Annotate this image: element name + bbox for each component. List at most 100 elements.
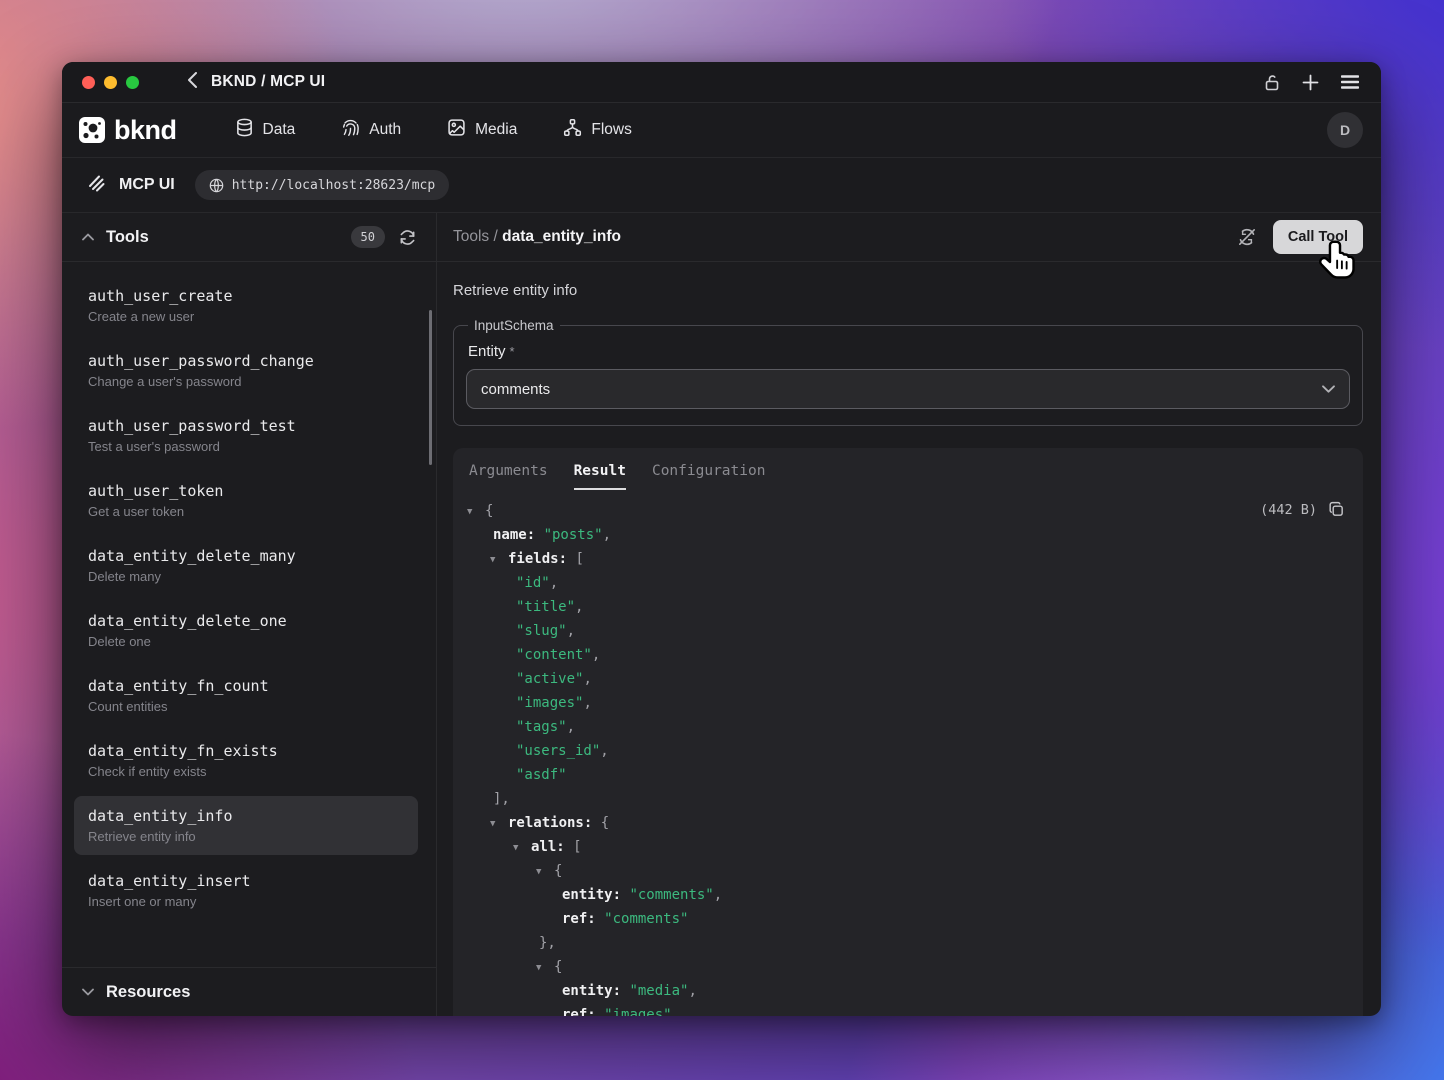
- json-line[interactable]: "images",: [453, 691, 1363, 715]
- tool-list-item-data_entity_insert[interactable]: data_entity_insertInsert one or many: [74, 861, 418, 920]
- json-line[interactable]: ref: "images": [453, 1003, 1363, 1016]
- user-avatar[interactable]: D: [1327, 112, 1363, 148]
- input-schema-legend: InputSchema: [468, 318, 560, 333]
- tab-configuration[interactable]: Configuration: [652, 463, 766, 490]
- result-card: ArgumentsResultConfiguration (442 B): [453, 448, 1363, 1016]
- globe-icon: [209, 178, 224, 193]
- tool-list-item-auth_user_password_change[interactable]: auth_user_password_changeChange a user's…: [74, 341, 418, 400]
- brand-logo[interactable]: bknd: [78, 115, 177, 146]
- collapse-triangle-icon[interactable]: ▼: [490, 812, 508, 836]
- json-line[interactable]: ▼{: [453, 859, 1363, 883]
- tool-list-item-data_entity_fn_count[interactable]: data_entity_fn_countCount entities: [74, 666, 418, 725]
- json-tree[interactable]: ▼{name: "posts",▼fields: ["id","title","…: [453, 499, 1363, 1016]
- back-button[interactable]: [181, 72, 203, 93]
- primary-nav: Data Auth Media Flows: [235, 118, 632, 142]
- json-line[interactable]: ▼relations: {: [453, 811, 1363, 835]
- tool-list-item-data_entity_fn_exists[interactable]: data_entity_fn_exists Check if entity exi…: [74, 731, 418, 790]
- tool-list-item-auth_user_password_test[interactable]: auth_user_password_testTest a user's pas…: [74, 406, 418, 465]
- tool-list-item-auth_user_token[interactable]: auth_user_tokenGet a user token: [74, 471, 418, 530]
- json-line[interactable]: "asdf": [453, 763, 1363, 787]
- json-line[interactable]: ],: [453, 787, 1363, 811]
- nav-item-auth[interactable]: Auth: [341, 118, 401, 142]
- json-line[interactable]: "tags",: [453, 715, 1363, 739]
- json-line[interactable]: "slug",: [453, 619, 1363, 643]
- minimize-window-button[interactable]: [104, 76, 117, 89]
- json-line[interactable]: entity: "comments",: [453, 883, 1363, 907]
- call-tool-button[interactable]: Call Tool: [1273, 220, 1363, 254]
- close-window-button[interactable]: [82, 76, 95, 89]
- json-line[interactable]: "content",: [453, 643, 1363, 667]
- json-line[interactable]: entity: "media",: [453, 979, 1363, 1003]
- required-mark: *: [510, 344, 515, 359]
- breadcrumb-tools-link[interactable]: Tools: [453, 228, 489, 245]
- tools-sidebar: Tools 50 auth_user_createCreate a new us…: [62, 213, 437, 1016]
- tool-name: auth_user_create: [88, 287, 404, 305]
- resources-section-title: Resources: [106, 983, 190, 1002]
- input-schema-fieldset: InputSchema Entity* comments: [453, 318, 1363, 426]
- refresh-tools-button[interactable]: [399, 229, 416, 246]
- tool-description: Delete one: [88, 634, 404, 649]
- app-window: BKND / MCP UI bknd Data: [62, 62, 1381, 1016]
- collapse-triangle-icon[interactable]: ▼: [536, 860, 554, 884]
- nav-item-label: Auth: [369, 121, 401, 139]
- copy-result-button[interactable]: [1328, 501, 1345, 518]
- new-tab-icon[interactable]: [1302, 74, 1319, 91]
- tool-list-item-data_entity_info[interactable]: data_entity_info Retrieve entity info: [74, 796, 418, 855]
- nav-item-data[interactable]: Data: [235, 118, 296, 142]
- tab-arguments[interactable]: Arguments: [469, 463, 548, 490]
- tools-section-title: Tools: [106, 228, 149, 247]
- tool-name: auth_user_password_change: [88, 352, 404, 370]
- tool-description: Check if entity exists: [88, 764, 404, 779]
- tab-result[interactable]: Result: [574, 463, 626, 490]
- refresh-off-icon: [1237, 227, 1257, 247]
- nav-item-label: Data: [263, 121, 296, 139]
- server-url-pill[interactable]: http://localhost:28623/mcp: [195, 170, 450, 200]
- nav-item-flows[interactable]: Flows: [563, 118, 631, 142]
- json-line[interactable]: "id",: [453, 571, 1363, 595]
- tool-list-item-auth_user_create[interactable]: auth_user_createCreate a new user: [74, 276, 418, 335]
- mcp-ui-title: MCP UI: [119, 176, 175, 194]
- tool-description: Retrieve entity info: [88, 829, 404, 844]
- copy-icon: [1328, 501, 1345, 518]
- menu-icon[interactable]: [1341, 75, 1359, 89]
- lock-open-icon[interactable]: [1264, 74, 1280, 91]
- json-line[interactable]: ref: "comments": [453, 907, 1363, 931]
- result-tabs: Arguments Result Configuration: [453, 448, 1363, 490]
- tool-detail-header: Tools / data_entity_info Call Tool: [437, 213, 1381, 262]
- nav-item-media[interactable]: Media: [447, 118, 517, 142]
- sidebar-scrollbar[interactable]: [429, 310, 432, 465]
- tool-name: auth_user_password_test: [88, 417, 404, 435]
- json-line[interactable]: ▼fields: [: [453, 547, 1363, 571]
- json-line[interactable]: "users_id",: [453, 739, 1363, 763]
- auto-refresh-off-button[interactable]: [1237, 227, 1257, 247]
- tools-section-header[interactable]: Tools 50: [62, 213, 436, 262]
- tool-list-item-data_entity_delete_one[interactable]: data_entity_delete_oneDelete one: [74, 601, 418, 660]
- nav-item-label: Media: [475, 121, 517, 139]
- json-line[interactable]: "active",: [453, 667, 1363, 691]
- chevron-left-icon: [187, 72, 198, 88]
- json-line[interactable]: "title",: [453, 595, 1363, 619]
- title-bar: BKND / MCP UI: [62, 62, 1381, 103]
- json-line[interactable]: ▼{: [453, 499, 1363, 523]
- tool-name: data_entity_info: [88, 807, 404, 825]
- collapse-triangle-icon[interactable]: ▼: [536, 956, 554, 980]
- json-line[interactable]: ▼{: [453, 955, 1363, 979]
- zoom-window-button[interactable]: [126, 76, 139, 89]
- mcp-logo-icon: [87, 173, 107, 198]
- collapse-triangle-icon[interactable]: ▼: [513, 836, 531, 860]
- workflow-icon: [563, 118, 582, 142]
- entity-select[interactable]: comments: [466, 369, 1350, 409]
- resources-section-header[interactable]: Resources: [62, 967, 436, 1016]
- chevron-down-icon: [1322, 380, 1335, 398]
- json-line[interactable]: ▼all: [: [453, 835, 1363, 859]
- chevron-up-icon: [82, 228, 94, 246]
- json-line[interactable]: },: [453, 931, 1363, 955]
- nav-item-label: Flows: [591, 121, 631, 139]
- tool-name: data_entity_fn_exists: [88, 742, 404, 760]
- database-icon: [235, 118, 254, 142]
- tool-list-item-data_entity_delete_many[interactable]: data_entity_delete_manyDelete many: [74, 536, 418, 595]
- collapse-triangle-icon[interactable]: ▼: [490, 548, 508, 572]
- collapse-triangle-icon[interactable]: ▼: [467, 500, 485, 524]
- brand-name: bknd: [114, 115, 177, 146]
- json-line[interactable]: name: "posts",: [453, 523, 1363, 547]
